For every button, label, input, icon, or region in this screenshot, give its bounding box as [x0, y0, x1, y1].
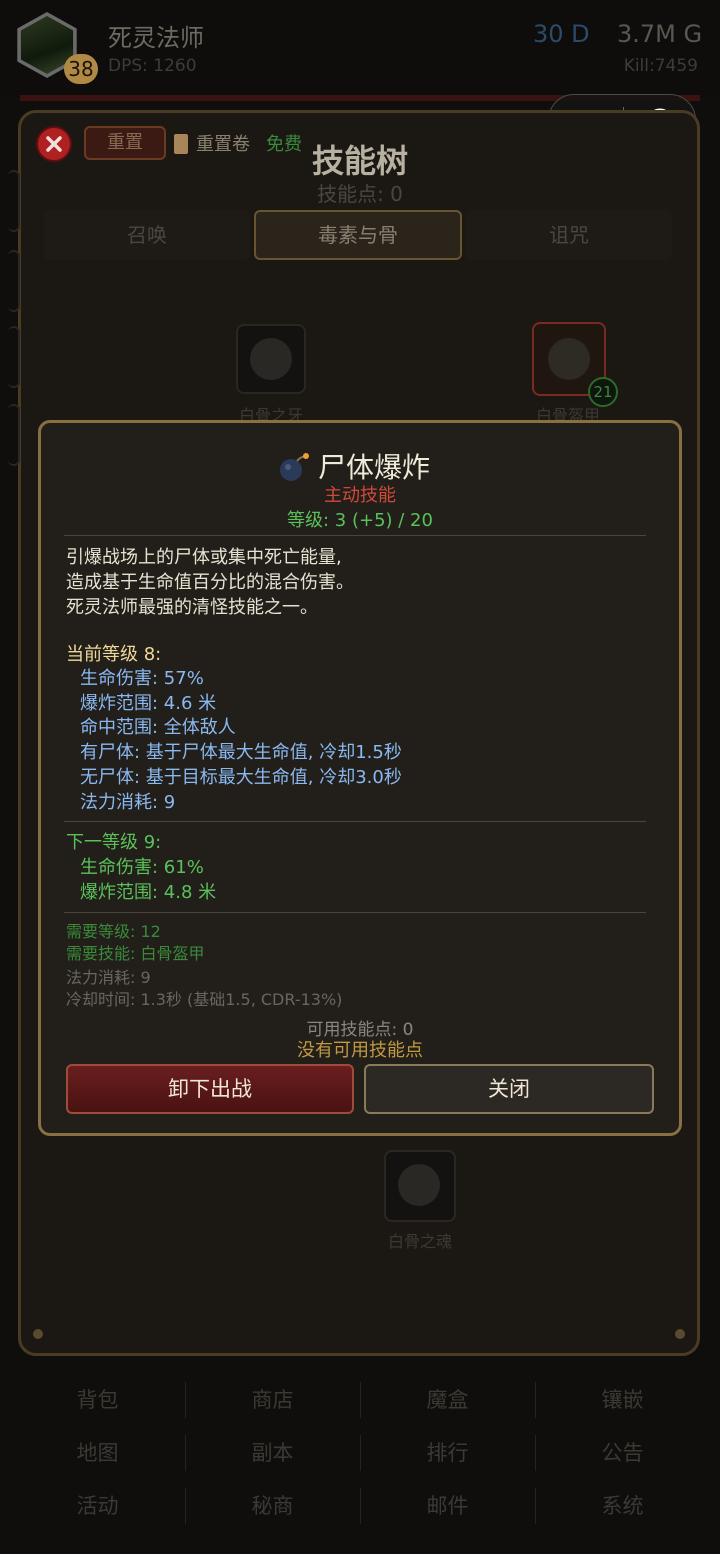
current-stat: 命中范围: 全体敌人 [80, 717, 236, 738]
skill-description-line: 造成基于生命值百分比的混合伤害。 [66, 572, 354, 593]
skill-node-label: 白骨之魂 [387, 1232, 452, 1251]
menu-item-bag[interactable]: 背包 [10, 1374, 185, 1426]
unequip-skill-button[interactable]: 卸下出战 [66, 1064, 354, 1114]
menu-divider [360, 1435, 361, 1471]
menu-divider [535, 1435, 536, 1471]
diamond-count: 30 D [533, 20, 590, 48]
bone-armor-icon [548, 338, 590, 380]
next-stat: 生命伤害: 61% [80, 857, 204, 878]
menu-divider [185, 1488, 186, 1524]
required-level: 需要等级: 12 [66, 922, 161, 941]
current-stat: 无尸体: 基于目标最大生命值, 冷却3.0秒 [80, 767, 402, 788]
gold-count: 3.7M G [617, 20, 703, 48]
kill-count: Kill:7459 [623, 56, 698, 76]
current-stat: 生命伤害: 57% [80, 668, 204, 689]
menu-item-mail[interactable]: 邮件 [360, 1480, 535, 1532]
side-tab[interactable] [8, 250, 20, 312]
side-tab[interactable] [8, 326, 20, 388]
menu-item-ranking[interactable]: 排行 [360, 1427, 535, 1479]
skill-points-label: 技能点: 0 [317, 182, 403, 206]
skill-description-line: 死灵法师最强的清怪技能之一。 [66, 597, 318, 618]
current-stat: 有尸体: 基于尸体最大生命值, 冷却1.5秒 [80, 742, 402, 763]
tab-summon[interactable]: 召唤 [44, 210, 250, 260]
side-tab[interactable] [8, 404, 20, 466]
menu-divider [360, 1488, 361, 1524]
menu-divider [360, 1382, 361, 1418]
hero-name: 死灵法师 [108, 24, 204, 52]
skill-level: 等级: 3 (+5) / 20 [287, 510, 433, 531]
current-stat: 爆炸范围: 4.6 米 [80, 693, 217, 714]
bone-soul-icon [398, 1164, 440, 1206]
dps-value: DPS: 1260 [108, 56, 197, 76]
menu-divider [185, 1435, 186, 1471]
panel-corner-rivet [675, 1329, 685, 1339]
menu-item-shop[interactable]: 商店 [185, 1374, 360, 1426]
menu-item-system[interactable]: 系统 [535, 1480, 710, 1532]
tab-poison-bone[interactable]: 毒素与骨 [254, 210, 462, 260]
current-stat: 法力消耗: 9 [80, 792, 176, 813]
skill-node-bone-fang[interactable] [236, 324, 306, 394]
skill-node-bone-soul[interactable] [384, 1150, 456, 1222]
divider [64, 821, 646, 822]
next-level-header: 下一等级 9: [66, 832, 162, 853]
panel-corner-rivet [33, 1329, 43, 1339]
menu-item-dungeon[interactable]: 副本 [185, 1427, 360, 1479]
no-skill-points-warning: 没有可用技能点 [297, 1040, 423, 1061]
bomb-icon [280, 453, 309, 481]
skill-type: 主动技能 [324, 485, 396, 506]
bone-fang-icon [250, 338, 292, 380]
required-skill: 需要技能: 白骨盔甲 [66, 944, 205, 963]
top-status-bar: 38 死灵法师 DPS: 1260 30 D 3.7M G Kill:7459 [0, 0, 720, 96]
tab-curse[interactable]: 诅咒 [466, 210, 672, 260]
skill-name: 尸体爆炸 [318, 451, 431, 484]
mana-cost: 法力消耗: 9 [66, 968, 151, 987]
menu-divider [185, 1382, 186, 1418]
menu-item-secret-merchant[interactable]: 秘商 [185, 1480, 360, 1532]
close-dialog-button[interactable]: 关闭 [364, 1064, 654, 1114]
menu-item-magic-box[interactable]: 魔盒 [360, 1374, 535, 1426]
menu-item-map[interactable]: 地图 [10, 1427, 185, 1479]
divider [64, 912, 646, 913]
cooldown-time: 冷却时间: 1.3秒 (基础1.5, CDR-13%) [66, 990, 343, 1009]
menu-item-socket[interactable]: 镶嵌 [535, 1374, 710, 1426]
menu-divider [535, 1382, 536, 1418]
current-level-header: 当前等级 8: [66, 644, 162, 665]
menu-item-announcement[interactable]: 公告 [535, 1427, 710, 1479]
hero-level-badge: 38 [64, 54, 98, 84]
next-stat: 爆炸范围: 4.8 米 [80, 882, 217, 903]
menu-item-events[interactable]: 活动 [10, 1480, 185, 1532]
menu-divider [535, 1488, 536, 1524]
divider [64, 535, 646, 536]
skill-description-line: 引爆战场上的尸体或集中死亡能量, [66, 547, 342, 568]
skill-tree-title: 技能树 [311, 142, 408, 180]
